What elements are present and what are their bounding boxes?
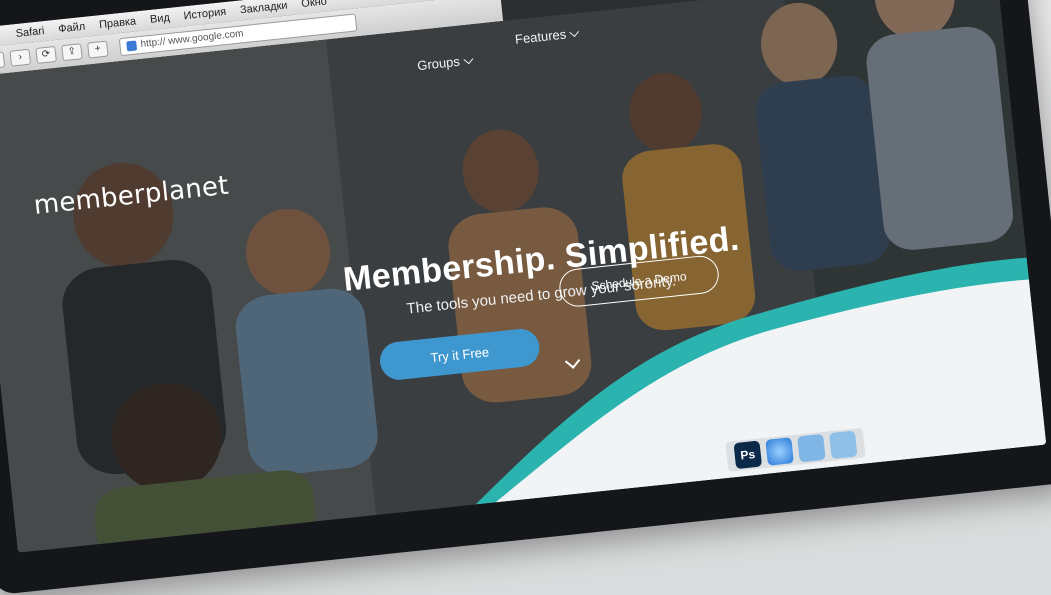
finder-icon[interactable] — [797, 433, 826, 463]
menu-window[interactable]: Окно — [301, 0, 328, 10]
laptop: Safari Файл Правка Вид История Закладки … — [0, 0, 1051, 595]
safari-icon[interactable] — [765, 437, 794, 466]
folder-icon[interactable] — [828, 430, 858, 460]
forward-icon[interactable]: › — [9, 48, 32, 67]
back-icon[interactable]: ‹ — [0, 51, 6, 70]
menu-history[interactable]: История — [183, 6, 227, 22]
menu-safari[interactable]: Safari — [15, 25, 45, 40]
site-icon — [126, 40, 138, 52]
add-bookmark-icon[interactable]: + — [87, 40, 109, 59]
share-icon[interactable]: ⇪ — [61, 43, 83, 62]
menu-bookmarks[interactable]: Закладки — [239, 0, 288, 16]
menu-file[interactable]: Файл — [58, 21, 86, 36]
reload-icon[interactable]: ⟳ — [35, 45, 57, 64]
menu-view[interactable]: Вид — [149, 12, 170, 26]
photoshop-icon[interactable]: Ps — [733, 440, 763, 470]
menu-edit[interactable]: Правка — [98, 15, 136, 31]
